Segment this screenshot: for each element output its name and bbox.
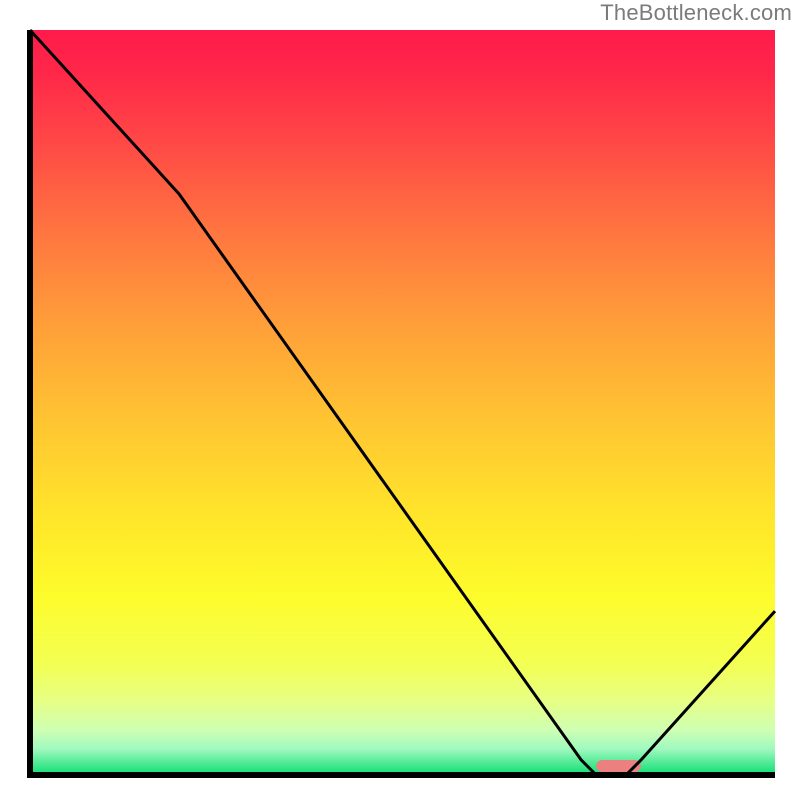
plot-background	[30, 30, 775, 775]
chart-container: TheBottleneck.com	[0, 0, 800, 800]
chart-svg	[0, 0, 800, 800]
attribution-text: TheBottleneck.com	[600, 0, 792, 26]
